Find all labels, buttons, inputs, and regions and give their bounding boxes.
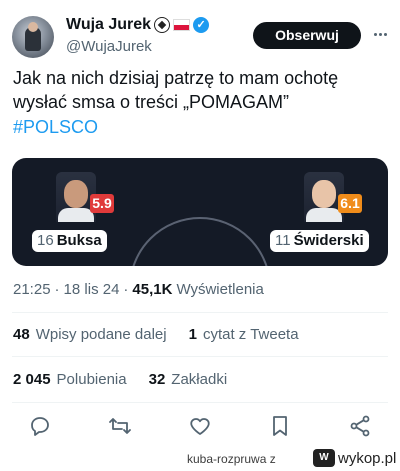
player-number: 16 bbox=[37, 232, 54, 249]
more-options-icon[interactable] bbox=[374, 26, 390, 42]
like-stats: 2 045 Polubienia 32 Zakładki bbox=[13, 371, 227, 388]
bookmarks-count[interactable]: 32 bbox=[149, 371, 166, 388]
wykop-logo-icon: W bbox=[313, 449, 335, 467]
player-number: 11 bbox=[275, 232, 291, 249]
watermark-separator: z bbox=[269, 452, 276, 466]
wykop-logo: W wykop.pl bbox=[313, 449, 396, 467]
player-name: Buksa bbox=[56, 232, 102, 249]
player-label-buksa: 16 Buksa bbox=[32, 230, 107, 252]
watermark-footer: kuba-rozpruwa z W wykop.pl bbox=[0, 448, 400, 471]
wykop-logo-text: wykop.pl bbox=[338, 449, 397, 467]
poland-flag-icon bbox=[173, 19, 191, 31]
player-name: Świderski bbox=[293, 232, 364, 249]
tweet-text: Jak na nich dzisiaj patrzę to mam ochotę… bbox=[13, 68, 339, 112]
player-label-swiderski: 11 Świderski bbox=[270, 230, 369, 252]
likes-label[interactable]: Polubienia bbox=[57, 371, 127, 388]
player-face bbox=[64, 180, 88, 208]
player-rating-buksa: 5.9 bbox=[90, 194, 114, 213]
tweet-header: Wuja Jurek ✓ @WujaJurek Obserwuj bbox=[0, 0, 400, 62]
reply-icon[interactable] bbox=[28, 414, 52, 438]
like-icon[interactable] bbox=[188, 414, 212, 438]
media-card[interactable]: 5.9 16 Buksa 6.1 11 Świderski bbox=[12, 158, 388, 266]
player-shirt bbox=[306, 208, 342, 222]
author-handle[interactable]: @WujaJurek bbox=[66, 38, 152, 55]
avatar-head bbox=[28, 22, 38, 32]
meta-separator: · bbox=[123, 281, 129, 298]
likes-count[interactable]: 2 045 bbox=[13, 371, 51, 388]
author-name[interactable]: Wuja Jurek bbox=[66, 16, 151, 34]
repost-stats: 48 Wpisy podane dalej 1 cytat z Tweeta bbox=[13, 326, 299, 343]
views-count: 45,1K bbox=[132, 281, 173, 298]
player-rating-swiderski: 6.1 bbox=[338, 194, 362, 213]
bookmarks-label[interactable]: Zakładki bbox=[171, 371, 227, 388]
divider bbox=[12, 356, 388, 357]
meta-separator: · bbox=[54, 281, 60, 298]
tweet-time[interactable]: 21:25 bbox=[13, 281, 51, 298]
follow-button[interactable]: Obserwuj bbox=[253, 22, 361, 49]
tweet-date[interactable]: 18 lis 24 bbox=[64, 281, 120, 298]
watermark-username: kuba-rozpruwa bbox=[187, 452, 267, 466]
views-label: Wyświetlenia bbox=[176, 281, 264, 298]
reposts-count[interactable]: 48 bbox=[13, 326, 30, 343]
quotes-count[interactable]: 1 bbox=[189, 326, 197, 343]
bookmark-icon[interactable] bbox=[268, 414, 292, 438]
player-shirt bbox=[58, 208, 94, 222]
soccer-ball-icon bbox=[154, 17, 171, 33]
retweet-icon[interactable] bbox=[108, 414, 132, 438]
verified-badge-icon: ✓ bbox=[193, 17, 210, 33]
divider bbox=[12, 312, 388, 313]
watermark-user: kuba-rozpruwa z bbox=[187, 452, 276, 466]
tweet-meta: 21:25 · 18 lis 24 · 45,1K Wyświetlenia bbox=[13, 281, 264, 298]
action-bar bbox=[0, 412, 400, 442]
reposts-label[interactable]: Wpisy podane dalej bbox=[36, 326, 167, 343]
share-icon[interactable] bbox=[348, 414, 372, 438]
player-face bbox=[312, 180, 336, 208]
avatar[interactable] bbox=[12, 16, 54, 58]
divider bbox=[12, 402, 388, 403]
author-name-row[interactable]: Wuja Jurek ✓ bbox=[66, 16, 210, 34]
hashtag-link[interactable]: #POLSCO bbox=[13, 117, 98, 138]
quotes-label[interactable]: cytat z Tweeta bbox=[203, 326, 299, 343]
